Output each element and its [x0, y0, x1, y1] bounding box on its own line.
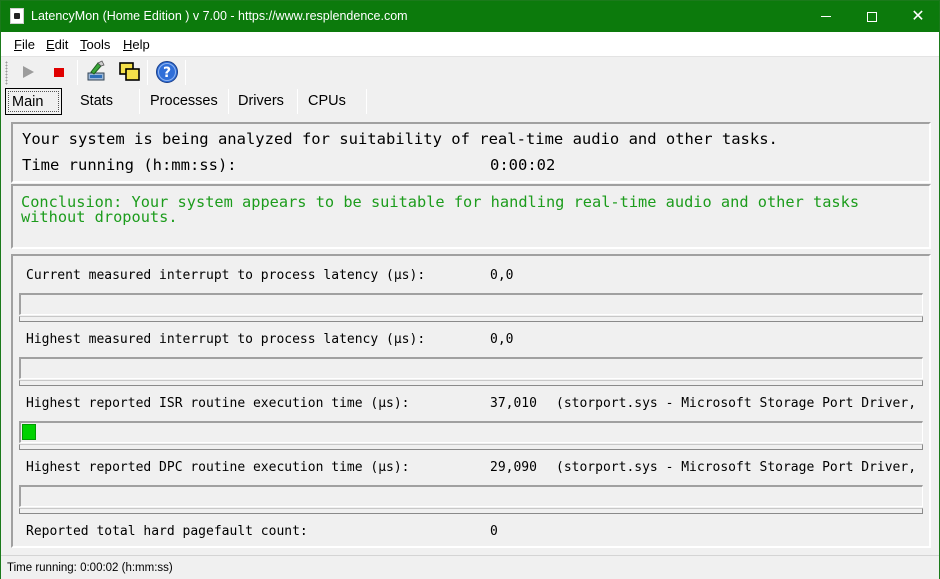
metric-value: 0,0 — [490, 268, 514, 283]
tab-processes[interactable]: Processes — [150, 88, 218, 115]
analyzing-text: Your system is being analyzed for suitab… — [22, 130, 778, 148]
maximize-icon — [867, 11, 877, 22]
status-panel: Your system is being analyzed for suitab… — [11, 122, 931, 183]
minimize-button[interactable] — [803, 1, 849, 32]
tab-cpus[interactable]: CPUs — [308, 88, 346, 115]
metrics-panel: Current measured interrupt to process la… — [11, 254, 931, 548]
tab-separator — [366, 89, 367, 114]
metric-label: Highest reported ISR routine execution t… — [26, 396, 410, 411]
toolbar-separator — [147, 60, 148, 85]
tool-icon[interactable] — [85, 60, 109, 84]
metric-value: 0 — [490, 524, 498, 539]
latency-bar — [19, 357, 923, 379]
toolbar-separator — [77, 60, 78, 85]
app-icon[interactable] — [10, 8, 24, 24]
status-bar: Time running: 0:00:02 (h:mm:ss) — [1, 555, 939, 579]
toolbar-separator — [185, 60, 186, 85]
app-window: LatencyMon (Home Edition ) v 7.00 - http… — [0, 0, 940, 579]
isr-bar — [19, 421, 923, 443]
tab-separator — [139, 89, 140, 114]
help-icon[interactable]: ? — [155, 60, 179, 84]
stop-icon[interactable] — [47, 60, 71, 84]
toolbar-grip[interactable] — [5, 61, 8, 85]
play-icon[interactable] — [17, 60, 41, 84]
time-running-label: Time running (h:mm:ss): — [22, 156, 237, 174]
tab-separator — [297, 89, 298, 114]
menu-tools[interactable]: Tools — [80, 37, 110, 52]
metric-detail: (storport.sys - Microsoft Storage Port D… — [556, 396, 917, 411]
menu-bar: File Edit Tools Help — [1, 32, 939, 57]
metric-value: 29,090 — [490, 460, 537, 475]
menu-help[interactable]: Help — [123, 37, 150, 52]
tab-main[interactable]: Main — [5, 88, 62, 115]
metric-label: Reported total hard pagefault count: — [26, 524, 308, 539]
metric-label: Current measured interrupt to process la… — [26, 268, 426, 283]
bar-track — [19, 508, 923, 514]
title-bar[interactable]: LatencyMon (Home Edition ) v 7.00 - http… — [1, 1, 939, 32]
close-icon: ✕ — [911, 8, 925, 25]
time-running-value: 0:00:02 — [490, 156, 556, 174]
tab-separator — [228, 89, 229, 114]
close-button[interactable]: ✕ — [895, 1, 940, 32]
bar-track — [19, 380, 923, 386]
svg-text:?: ? — [163, 65, 171, 81]
window-title: LatencyMon (Home Edition ) v 7.00 - http… — [31, 9, 408, 23]
windows-icon[interactable] — [117, 60, 141, 84]
isr-bar-fill — [22, 424, 36, 440]
tab-drivers[interactable]: Drivers — [238, 88, 284, 115]
tab-bar: Main Stats Processes Drivers CPUs — [1, 88, 939, 116]
dpc-bar — [19, 485, 923, 507]
latency-bar — [19, 293, 923, 315]
menu-file[interactable]: File — [14, 37, 35, 52]
conclusion-panel: Conclusion: Your system appears to be su… — [11, 184, 931, 249]
bar-track — [19, 316, 923, 322]
metric-value: 0,0 — [490, 332, 514, 347]
tab-stats[interactable]: Stats — [80, 88, 113, 115]
menu-edit[interactable]: Edit — [46, 37, 68, 52]
metric-label: Highest reported DPC routine execution t… — [26, 460, 410, 475]
bar-track — [19, 444, 923, 450]
minimize-icon — [821, 16, 831, 18]
metric-detail: (storport.sys - Microsoft Storage Port D… — [556, 460, 917, 475]
metric-value: 37,010 — [490, 396, 537, 411]
conclusion-text: Conclusion: Your system appears to be su… — [21, 193, 860, 226]
toolbar: ? — [1, 57, 939, 88]
status-bar-text: Time running: 0:00:02 (h:mm:ss) — [7, 562, 173, 574]
metric-label: Highest measured interrupt to process la… — [26, 332, 426, 347]
maximize-button[interactable] — [849, 1, 895, 32]
